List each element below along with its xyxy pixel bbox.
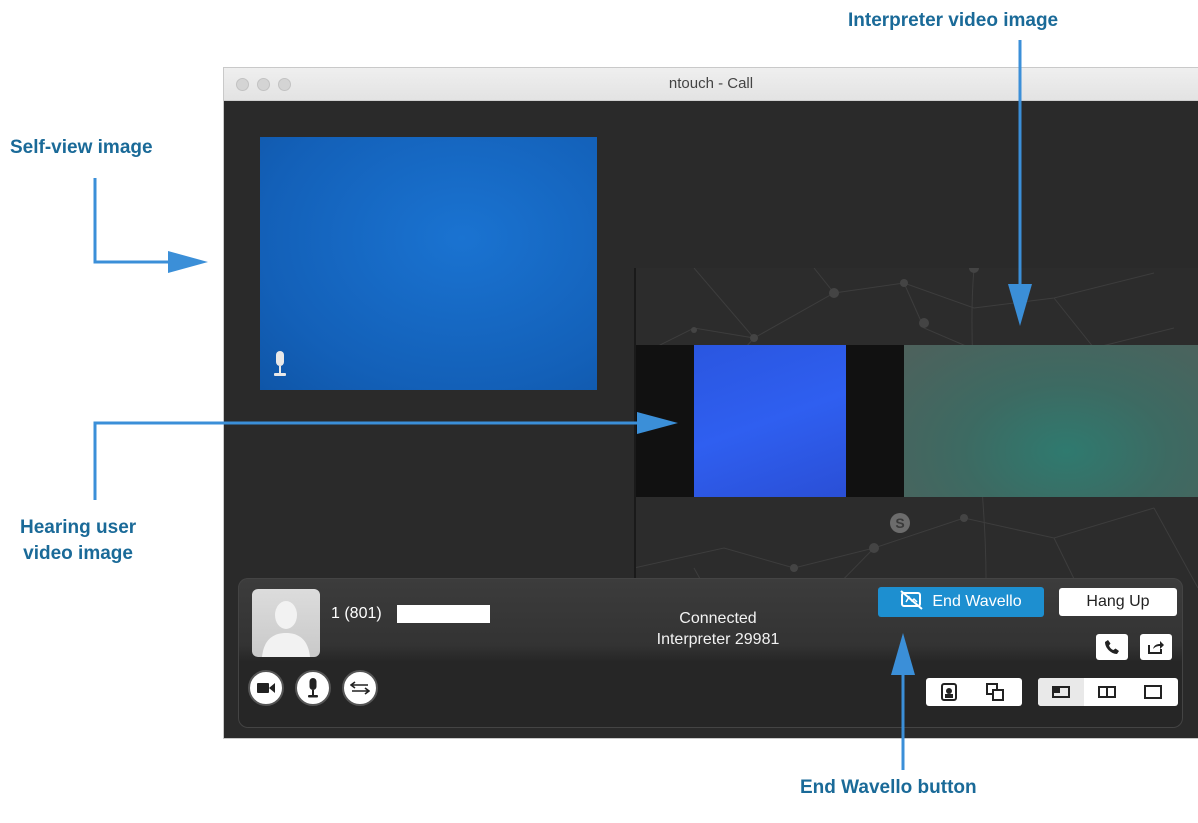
hang-up-button[interactable]: Hang Up	[1059, 588, 1177, 616]
phone-button[interactable]	[1096, 634, 1128, 660]
share-button[interactable]	[1140, 634, 1172, 660]
annotation-hearing-user-line1: Hearing user	[20, 517, 137, 538]
view-toggle-group	[926, 678, 1022, 706]
layout-split-button[interactable]	[1084, 678, 1130, 706]
self-view-toggle-button[interactable]	[926, 678, 972, 706]
camera-icon	[257, 683, 275, 693]
end-wavello-button[interactable]: End Wavello	[878, 587, 1044, 617]
share-icon	[1148, 641, 1164, 654]
swap-button[interactable]	[342, 670, 378, 706]
status-interpreter: Interpreter 29981	[656, 631, 780, 648]
layout-split-icon	[1098, 686, 1116, 698]
picture-in-picture-button[interactable]	[972, 678, 1018, 706]
annotation-interpreter-video: Interpreter video image	[848, 10, 1059, 31]
video-strip	[636, 345, 1198, 497]
call-window: ntouch - Call S 1 (801) Connected Interp…	[224, 68, 1198, 738]
camera-button[interactable]	[248, 670, 284, 706]
annotation-self-view: Self-view image	[10, 137, 153, 158]
person-silhouette-icon	[262, 601, 310, 657]
microphone-button[interactable]	[295, 670, 331, 706]
avatar	[252, 589, 320, 657]
hearing-user-video	[694, 345, 846, 497]
annotation-end-wavello: End Wavello button	[800, 777, 977, 798]
layout-small-icon	[1052, 686, 1070, 698]
self-view-video	[260, 137, 597, 390]
redacted-number	[397, 605, 490, 623]
caller-number: 1 (801)	[331, 605, 382, 622]
layout-full-button[interactable]	[1130, 678, 1176, 706]
wavello-off-icon	[900, 589, 926, 615]
interpreter-video	[904, 345, 1198, 497]
call-control-bar: 1 (801) Connected Interpreter 29981 End …	[238, 578, 1183, 728]
end-wavello-label: End Wavello	[932, 593, 1022, 610]
swap-arrows-icon	[350, 681, 370, 695]
annotation-hearing-user: Hearing user video image	[20, 515, 136, 567]
layout-small-button[interactable]	[1038, 678, 1084, 706]
layout-group	[1038, 678, 1178, 706]
self-view-toggle-icon	[941, 683, 957, 701]
microphone-icon	[274, 351, 286, 382]
window-title: ntouch - Call	[668, 75, 754, 92]
sorenson-logo-icon: S	[890, 513, 910, 533]
microphone-icon	[308, 678, 318, 698]
phone-icon	[1105, 640, 1119, 654]
annotation-hearing-user-line2: video image	[23, 543, 133, 564]
picture-in-picture-icon	[986, 683, 1004, 701]
layout-full-icon	[1144, 685, 1162, 699]
call-status: Connected Interpreter 29981	[618, 608, 818, 650]
title-bar: ntouch - Call	[224, 68, 1198, 101]
status-connected: Connected	[679, 610, 757, 627]
